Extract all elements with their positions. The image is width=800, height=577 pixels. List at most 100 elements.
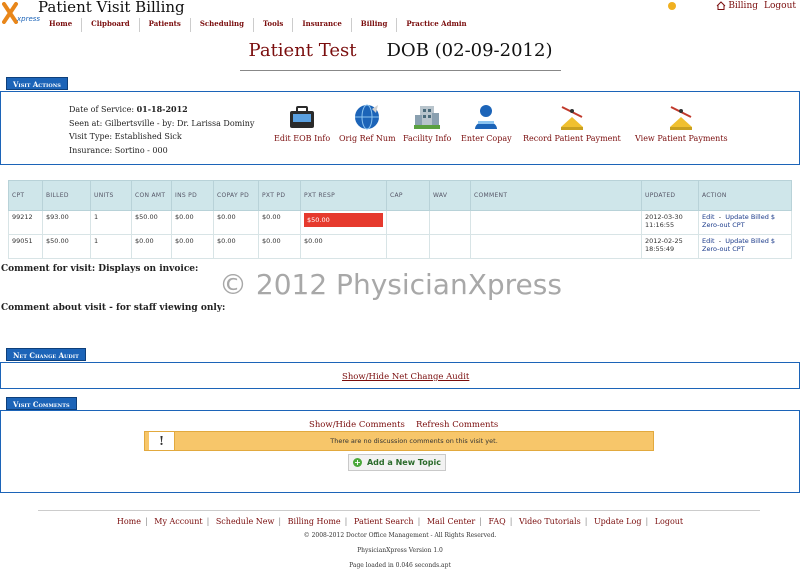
update-billed-link[interactable]: Update Billed $	[725, 213, 775, 221]
nav-tools[interactable]: Tools	[254, 18, 294, 32]
cell-cpt: 99212	[8, 210, 43, 235]
top-right-links: Billing Logout	[668, 1, 796, 11]
col-wav[interactable]: WAV	[429, 180, 471, 211]
cell-wav	[429, 234, 471, 259]
footer-update-log[interactable]: Update Log	[590, 517, 646, 526]
building-icon	[414, 106, 441, 129]
seen-at: Seen at: Gilbertsville - by: Dr. Larissa…	[69, 118, 255, 128]
nav-insurance[interactable]: Insurance	[293, 18, 352, 32]
visit-actions-tab: Visit Actions	[6, 77, 68, 90]
nav-scheduling[interactable]: Scheduling	[191, 18, 255, 32]
footer-my-account[interactable]: My Account	[150, 517, 206, 526]
footer-home[interactable]: Home	[113, 517, 145, 526]
main-nav: Home Clipboard Patients Scheduling Tools…	[40, 18, 476, 32]
view-patient-payments-button[interactable]: View Patient Payments	[635, 103, 728, 143]
footer-billing-home[interactable]: Billing Home	[284, 517, 345, 526]
patient-dob: DOB (02-09-2012)	[386, 40, 553, 61]
date-of-service: Date of Service: 01-18-2012	[69, 104, 188, 114]
footer-version: PhysicianXpress Version 1.0	[357, 547, 443, 554]
add-topic-label: Add a New Topic	[366, 458, 441, 467]
footer-logout[interactable]: Logout	[651, 517, 687, 526]
orig-ref-num-button[interactable]: Orig Ref Num	[339, 103, 396, 143]
toggle-comments-link[interactable]: Show/Hide Comments	[309, 420, 405, 430]
edit-eob-info-button[interactable]: Edit EOB Info	[274, 103, 330, 143]
footer-mail-center[interactable]: Mail Center	[423, 517, 479, 526]
cell-con-amt: $50.00	[131, 210, 172, 235]
globe-icon	[355, 104, 380, 130]
cell-ins-pd: $0.00	[171, 210, 214, 235]
net-change-audit-tab: Net Change Audit	[6, 348, 86, 361]
toggle-net-change-audit-link[interactable]: Show/Hide Net Change Audit	[342, 372, 469, 382]
edit-link[interactable]: Edit	[702, 237, 715, 245]
col-pxt-pd[interactable]: PXT PD	[258, 180, 301, 211]
scale-icon	[670, 106, 693, 130]
col-copay-pd[interactable]: COPAY PD	[213, 180, 259, 211]
enter-copay-button[interactable]: Enter Copay	[461, 103, 512, 143]
col-con-amt[interactable]: CON AMT	[131, 180, 172, 211]
col-ins-pd[interactable]: INS PD	[171, 180, 214, 211]
col-pxt-resp[interactable]: PXT RESP	[300, 180, 387, 211]
cell-action: Edit - Update Billed $ Zero-out CPT	[698, 210, 792, 235]
cell-cpt: 99051	[8, 234, 43, 259]
cell-pxt-pd: $0.00	[258, 210, 301, 235]
col-action[interactable]: ACTION	[698, 180, 792, 211]
table-row: 99051 $50.00 1 $0.00 $0.00 $0.00 $0.00 $…	[8, 234, 792, 259]
footer-schedule-new[interactable]: Schedule New	[212, 517, 279, 526]
billing-home-link[interactable]: Billing	[716, 1, 758, 11]
visit-comments-tab: Visit Comments	[6, 397, 77, 410]
visit-type: Visit Type: Established Sick	[69, 132, 182, 141]
app-title: Patient Visit Billing	[38, 0, 185, 16]
footer-video-tutorials[interactable]: Video Tutorials	[515, 517, 585, 526]
edit-link[interactable]: Edit	[702, 213, 715, 221]
table-row: 99212 $93.00 1 $50.00 $0.00 $0.00 $0.00 …	[8, 210, 792, 235]
nav-home[interactable]: Home	[40, 18, 83, 32]
staff-comment-label[interactable]: Comment about visit - for staff viewing …	[1, 303, 225, 313]
invoice-comment-label[interactable]: Comment for visit: Displays on invoice:	[1, 264, 198, 274]
zero-out-cpt-link[interactable]: Zero-out CPT	[702, 245, 745, 253]
plus-icon: +	[352, 458, 362, 467]
cell-pxt-resp: $50.00	[300, 210, 387, 235]
facility-info-button[interactable]: Facility Info	[403, 103, 451, 143]
record-patient-payment-button[interactable]: Record Patient Payment	[523, 103, 621, 143]
insurance: Insurance: Sortino - 000	[69, 145, 168, 155]
zero-out-cpt-link[interactable]: Zero-out CPT	[702, 221, 745, 229]
cell-pxt-pd: $0.00	[258, 234, 301, 259]
cell-updated: 2012-03-30 11:16:55	[641, 210, 699, 235]
lightbulb-icon[interactable]	[668, 2, 677, 10]
col-updated[interactable]: UPDATED	[641, 180, 699, 211]
col-cpt[interactable]: CPT	[8, 180, 43, 211]
col-cap[interactable]: CAP	[386, 180, 430, 211]
cell-comment	[470, 210, 642, 235]
col-billed[interactable]: BILLED	[42, 180, 91, 211]
visit-info: Date of Service: 01-18-2012 Seen at: Gil…	[69, 103, 254, 157]
nav-billing[interactable]: Billing	[352, 18, 398, 32]
app-logo[interactable]: xpress	[2, 2, 40, 24]
exclamation-icon: !	[149, 432, 175, 450]
cell-units: 1	[90, 210, 132, 235]
pxt-resp-highlight: $50.00	[304, 213, 383, 227]
cell-billed: $93.00	[42, 210, 91, 235]
cell-cap	[386, 234, 430, 259]
no-comments-notice: ! There are no discussion comments on th…	[144, 431, 654, 451]
nav-clipboard[interactable]: Clipboard	[82, 18, 140, 32]
footer-copyright: © 2008-2012 Doctor Office Management - A…	[303, 532, 497, 539]
nav-practice-admin[interactable]: Practice Admin	[397, 18, 475, 32]
cell-comment	[470, 234, 642, 259]
refresh-comments-link[interactable]: Refresh Comments	[416, 420, 498, 430]
footer-faq[interactable]: FAQ	[484, 517, 509, 526]
patient-header: Patient Test DOB (02-09-2012)	[240, 40, 561, 71]
cell-copay-pd: $0.00	[213, 210, 259, 235]
col-units[interactable]: UNITS	[90, 180, 132, 211]
add-new-topic-button[interactable]: + Add a New Topic	[348, 454, 446, 471]
charges-table: CPT BILLED UNITS CON AMT INS PD COPAY PD…	[8, 180, 792, 259]
home-icon	[716, 1, 726, 10]
cell-copay-pd: $0.00	[213, 234, 259, 259]
cell-con-amt: $0.00	[131, 234, 172, 259]
col-comment[interactable]: COMMENT	[470, 180, 642, 211]
cell-ins-pd: $0.00	[171, 234, 214, 259]
logout-link[interactable]: Logout	[764, 1, 796, 11]
nav-patients[interactable]: Patients	[140, 18, 191, 32]
footer-patient-search[interactable]: Patient Search	[350, 517, 418, 526]
patient-name: Patient Test	[248, 40, 357, 61]
update-billed-link[interactable]: Update Billed $	[725, 237, 775, 245]
